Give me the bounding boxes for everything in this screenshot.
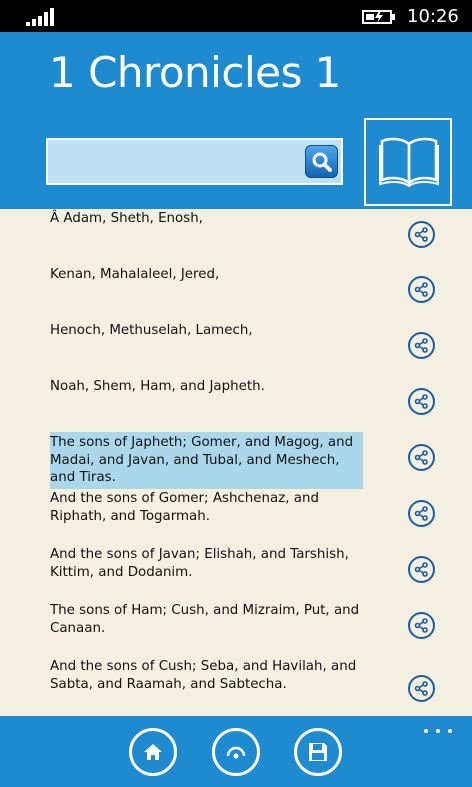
share-icon [414, 394, 428, 409]
sync-button[interactable] [212, 728, 260, 776]
search-input[interactable] [50, 142, 300, 181]
share-icon [414, 450, 428, 465]
share-icon [414, 282, 428, 297]
search-box [46, 138, 343, 185]
share-button[interactable] [408, 444, 435, 471]
open-book-icon [379, 137, 439, 188]
verse-row[interactable]: Kenan, Mahalaleel, Jered, [0, 266, 472, 322]
verse-text: The sons of Ham; Cush, and Mizraim, Put,… [50, 603, 360, 636]
status-bar: 10:26 [0, 0, 472, 32]
verse-row[interactable]: The sons of Japheth; Gomer, and Magog, a… [0, 432, 472, 490]
verse-row[interactable]: The sons of Ham; Cush, and Mizraim, Put,… [0, 602, 472, 658]
share-button[interactable] [408, 276, 435, 303]
search-icon [312, 152, 332, 172]
more-icon [424, 729, 428, 733]
share-icon [414, 618, 428, 633]
verse-text: Kenan, Mahalaleel, Jered, [50, 267, 220, 282]
share-icon [414, 562, 428, 577]
verse-row[interactable]: And the sons of Javan; Elishah, and Tars… [0, 546, 472, 602]
verse-row[interactable]: And the sons of Cush; Seba, and Havilah,… [0, 658, 472, 714]
verse-row[interactable]: And the sons of Gomer; Ashchenaz, and Ri… [0, 490, 472, 546]
verse-list[interactable]: Â Adam, Sheth, Enosh, Kenan, Mahalaleel, … [0, 209, 472, 716]
more-icon-dot [436, 729, 440, 733]
verse-text: The sons of Japheth; Gomer, and Magog, a… [50, 432, 363, 489]
home-button[interactable] [129, 728, 177, 776]
home-icon [144, 744, 162, 760]
share-button[interactable] [408, 675, 435, 702]
clock: 10:26 [407, 6, 459, 27]
verse-row[interactable]: Noah, Shem, Ham, and Japheth. [0, 378, 472, 434]
verse-text: And the sons of Gomer; Ashchenaz, and Ri… [50, 491, 319, 524]
save-icon [309, 743, 327, 761]
battery-charging-icon [362, 10, 395, 24]
share-button[interactable] [408, 388, 435, 415]
share-button[interactable] [408, 500, 435, 527]
verse-text: And the sons of Cush; Seba, and Havilah,… [50, 659, 357, 692]
sync-icon [226, 746, 246, 759]
book-select-button[interactable] [364, 118, 452, 206]
share-button[interactable] [408, 332, 435, 359]
share-icon [414, 227, 428, 242]
share-icon [414, 338, 428, 353]
more-icon-dot [448, 729, 452, 733]
verse-text: And the sons of Javan; Elishah, and Tars… [50, 547, 349, 580]
verse-row[interactable]: Henoch, Methuselah, Lamech, [0, 322, 472, 378]
share-button[interactable] [408, 221, 435, 248]
share-icon [414, 506, 428, 521]
verse-row[interactable]: Â Adam, Sheth, Enosh, [0, 210, 472, 266]
header: 1 Chronicles 1 [0, 32, 472, 209]
search-button[interactable] [305, 145, 338, 178]
verse-text: Â Adam, Sheth, Enosh, [50, 211, 203, 226]
verse-text: Henoch, Methuselah, Lamech, [50, 323, 253, 338]
share-button[interactable] [408, 556, 435, 583]
share-icon [414, 681, 428, 696]
more-options-button[interactable] [424, 726, 452, 736]
page-title: 1 Chronicles 1 [49, 48, 341, 97]
app-bar [0, 716, 472, 787]
share-button[interactable] [408, 612, 435, 639]
signal-strength-icon [26, 8, 54, 26]
save-button[interactable] [294, 728, 342, 776]
verse-text: Noah, Shem, Ham, and Japheth. [50, 379, 265, 394]
